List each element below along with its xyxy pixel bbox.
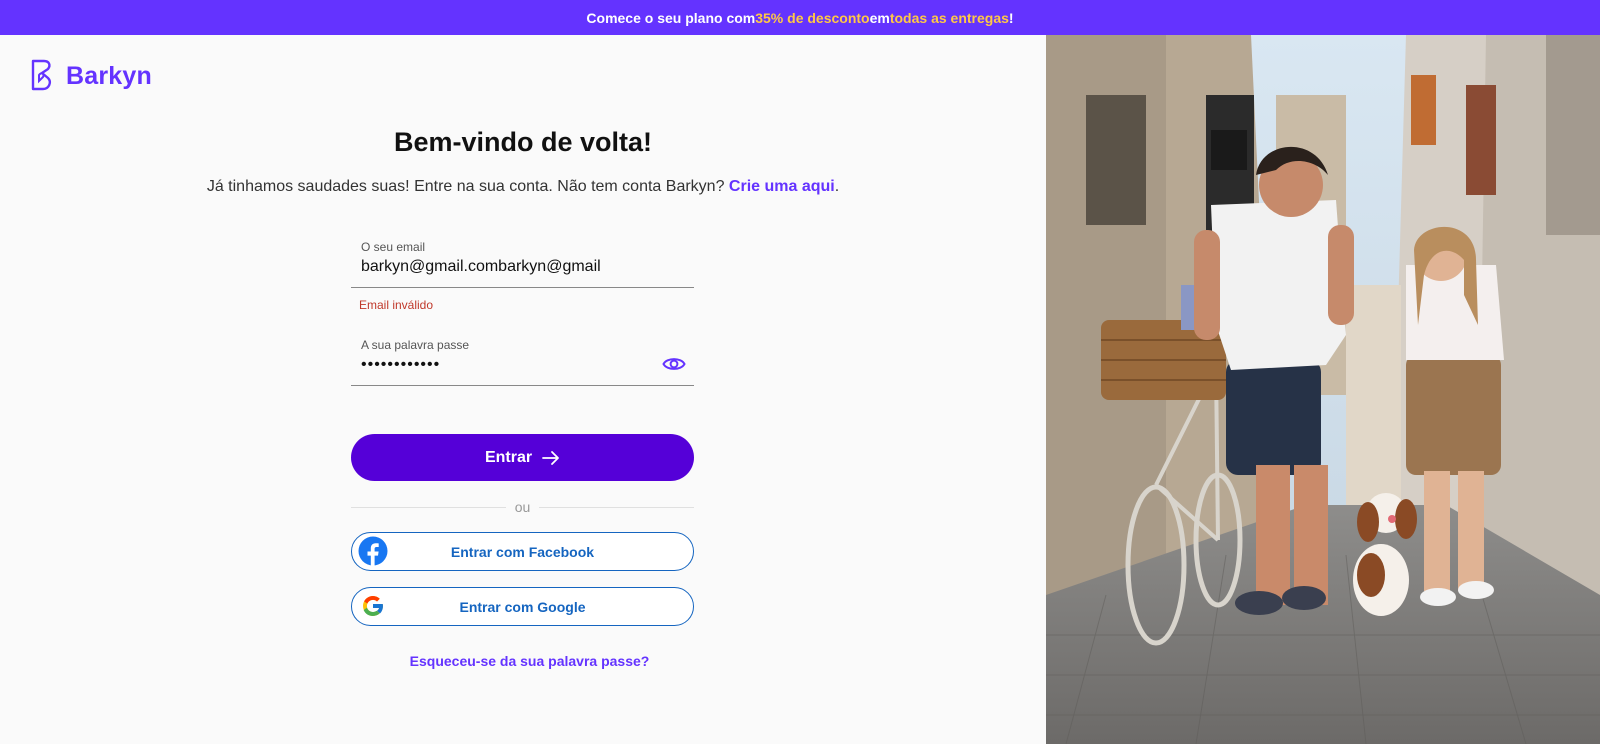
google-login-label: Entrar com Google bbox=[459, 598, 586, 615]
hero-photo bbox=[1046, 35, 1600, 744]
password-label: A sua palavra passe bbox=[361, 338, 470, 352]
email-error: Email inválido bbox=[359, 298, 434, 312]
brand-name: Barkyn bbox=[66, 61, 152, 90]
eye-icon[interactable] bbox=[662, 354, 686, 379]
email-label: O seu email bbox=[361, 240, 426, 254]
password-input[interactable] bbox=[361, 356, 661, 374]
google-icon bbox=[358, 591, 388, 621]
signup-link[interactable]: Crie uma aqui bbox=[729, 178, 835, 195]
promo-banner: Comece o seu plano com 35% de desconto e… bbox=[0, 0, 1600, 35]
brand-logo[interactable]: Barkyn bbox=[30, 59, 152, 93]
facebook-icon bbox=[358, 536, 388, 566]
page-subtitle: Já tinhamos saudades suas! Entre na sua … bbox=[0, 178, 1046, 196]
subtitle-text: Já tinhamos saudades suas! Entre na sua … bbox=[206, 178, 729, 195]
promo-prefix: Comece o seu plano com bbox=[586, 9, 756, 26]
email-field: O seu email bbox=[351, 234, 694, 288]
arrow-right-icon bbox=[542, 450, 559, 465]
login-panel: Barkyn Bem-vindo de volta! Já tinhamos s… bbox=[0, 35, 1046, 744]
promo-suffix: ! bbox=[1008, 9, 1014, 26]
or-divider: ou bbox=[351, 498, 694, 518]
promo-discount: 35% de desconto bbox=[755, 9, 870, 26]
divider-line-right bbox=[539, 507, 694, 508]
forgot-password-link[interactable]: Esqueceu-se da sua palavra passe? bbox=[351, 653, 708, 669]
login-button[interactable]: Entrar bbox=[351, 434, 694, 481]
google-login-button[interactable]: Entrar com Google bbox=[351, 587, 694, 626]
password-field: A sua palavra passe bbox=[351, 332, 694, 386]
subtitle-suffix: . bbox=[834, 178, 840, 195]
promo-deliveries: todas as entregas bbox=[889, 9, 1009, 26]
login-button-label: Entrar bbox=[484, 448, 533, 466]
street-scene-illustration bbox=[1046, 35, 1600, 744]
facebook-login-button[interactable]: Entrar com Facebook bbox=[351, 532, 694, 571]
page-title: Bem-vindo de volta! bbox=[393, 127, 653, 157]
promo-middle: em bbox=[869, 9, 890, 26]
email-input[interactable] bbox=[361, 258, 661, 276]
barkyn-logo-icon bbox=[31, 59, 51, 91]
facebook-login-label: Entrar com Facebook bbox=[450, 543, 595, 560]
